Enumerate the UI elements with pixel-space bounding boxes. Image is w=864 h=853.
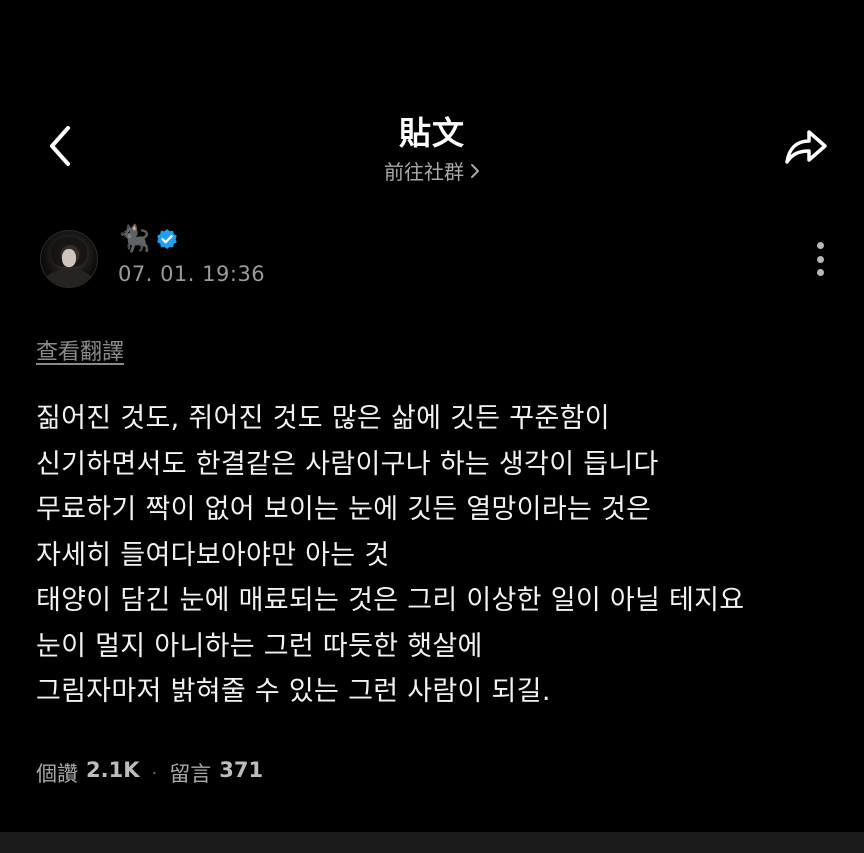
avatar-face bbox=[62, 249, 76, 267]
post-line: 그림자마저 밝혀줄 수 있는 그런 사람이 되길. bbox=[36, 676, 551, 707]
more-vertical-icon-dot bbox=[816, 255, 824, 263]
author-name[interactable]: 🐈‍⬛ bbox=[118, 224, 178, 254]
likes-label: 個讚 bbox=[36, 762, 78, 786]
more-options-button[interactable] bbox=[806, 238, 834, 280]
post-line: 짊어진 것도, 쥐어진 것도 많은 삶에 깃든 꾸준함이 bbox=[36, 403, 610, 434]
post-line: 신기하면서도 한결같은 사람이구나 하는 생각이 듭니다 bbox=[36, 448, 659, 480]
go-to-community-link[interactable]: 前往社群 bbox=[0, 156, 864, 185]
bottom-divider-bar bbox=[0, 832, 864, 853]
more-vertical-icon bbox=[816, 242, 824, 249]
likes-stat[interactable]: 個讚 2.1K bbox=[36, 758, 139, 788]
post-screen: 貼文 前往社群 🐈‍⬛ 07. 01. 19:36 bbox=[0, 0, 864, 853]
likes-count: 2.1K bbox=[86, 758, 140, 782]
comments-count: 371 bbox=[219, 758, 264, 782]
share-button[interactable] bbox=[776, 118, 836, 174]
post-line: 눈이 멀지 아니하는 그런 따듯한 햇살에 bbox=[36, 630, 483, 662]
post-timestamp: 07. 01. 19:36 bbox=[118, 262, 266, 286]
avatar-shoulders bbox=[45, 269, 93, 287]
community-link-label: 前往社群 bbox=[384, 160, 464, 184]
more-vertical-icon-dot bbox=[816, 269, 824, 276]
post-line: 태양이 담긴 눈에 매료되는 것은 그리 이상한 일이 아닐 테지요 bbox=[36, 585, 745, 616]
post-line: 자세히 들여다보아야만 아는 것 bbox=[36, 539, 390, 571]
comments-label: 留言 bbox=[169, 762, 212, 786]
comments-stat[interactable]: 留言 371 bbox=[169, 758, 263, 788]
view-translation-link[interactable]: 查看翻譯 bbox=[36, 334, 124, 366]
post-line: 무료하기 짝이 없어 보이는 눈에 깃든 열망이라는 것은 bbox=[36, 494, 652, 525]
page-title: 貼文 bbox=[398, 114, 465, 152]
share-arrow-icon bbox=[785, 130, 827, 164]
avatar[interactable] bbox=[40, 230, 98, 288]
stats-separator: · bbox=[151, 762, 158, 784]
verified-badge-icon bbox=[156, 228, 178, 250]
chevron-right-icon bbox=[470, 163, 480, 179]
post-stats: 個讚 2.1K · 留言 371 bbox=[36, 758, 263, 788]
post-body: 짊어진 것도, 쥐어진 것도 많은 삶에 깃든 꾸준함이 신기하면서도 한결같은… bbox=[36, 396, 836, 715]
author-name-glyph: 🐈‍⬛ bbox=[118, 224, 151, 254]
